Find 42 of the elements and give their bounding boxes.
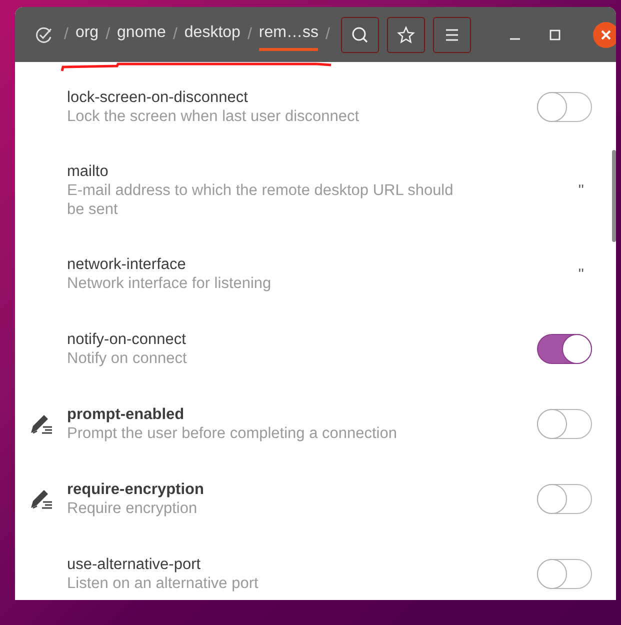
path-segment[interactable]: gnome bbox=[117, 18, 166, 51]
key-description: Lock the screen when last user disconnect bbox=[67, 107, 360, 126]
menu-icon bbox=[444, 28, 460, 42]
pencil-icon bbox=[29, 413, 53, 435]
path-segment[interactable]: desktop bbox=[184, 18, 240, 51]
key-description: Prompt the user before completing a connection bbox=[67, 424, 398, 443]
path-segment[interactable]: rem…ss bbox=[258, 18, 318, 51]
path-separator: / bbox=[64, 26, 68, 44]
key-name: lock-screen-on-disconnect bbox=[67, 88, 249, 107]
key-value[interactable]: '' bbox=[578, 266, 584, 282]
maximize-icon[interactable] bbox=[548, 28, 561, 40]
key-name: use-alternative-port bbox=[67, 555, 202, 574]
path-segment[interactable]: org bbox=[75, 18, 99, 51]
key-description: Listen on an alternative port bbox=[67, 574, 260, 593]
path-separator: / bbox=[325, 26, 330, 44]
key-name: network-interface bbox=[67, 255, 187, 274]
path-separator: / bbox=[172, 26, 178, 44]
key-description: E-mail address to which the remote desktop URL should be sent bbox=[67, 181, 454, 219]
toggle-switch[interactable] bbox=[537, 92, 592, 122]
pencil-icon bbox=[29, 488, 53, 510]
toggle-switch[interactable] bbox=[537, 334, 592, 364]
toggle-switch[interactable] bbox=[537, 409, 592, 439]
key-description: Network interface for listening bbox=[67, 274, 272, 293]
toggle-switch[interactable] bbox=[537, 484, 592, 514]
key-value[interactable]: '' bbox=[578, 182, 584, 199]
star-icon bbox=[396, 26, 415, 44]
key-description: Notify on connect bbox=[67, 349, 188, 368]
toggle-switch[interactable] bbox=[537, 559, 592, 589]
scrollbar[interactable] bbox=[612, 150, 616, 242]
key-name: notify-on-connect bbox=[67, 330, 187, 349]
path-separator: / bbox=[106, 26, 110, 44]
key-name: require-encryption bbox=[67, 480, 205, 499]
menu-button[interactable] bbox=[432, 16, 471, 52]
key-name: mailto bbox=[67, 162, 110, 181]
checkmark-circle-icon[interactable] bbox=[35, 26, 53, 44]
path-separator: / bbox=[247, 26, 252, 44]
key-description: Require encryption bbox=[67, 499, 198, 518]
bookmark-button[interactable] bbox=[386, 16, 425, 52]
search-button[interactable] bbox=[340, 16, 379, 52]
search-icon bbox=[350, 26, 369, 44]
close-icon[interactable] bbox=[592, 22, 616, 48]
key-name: prompt-enabled bbox=[67, 405, 186, 424]
